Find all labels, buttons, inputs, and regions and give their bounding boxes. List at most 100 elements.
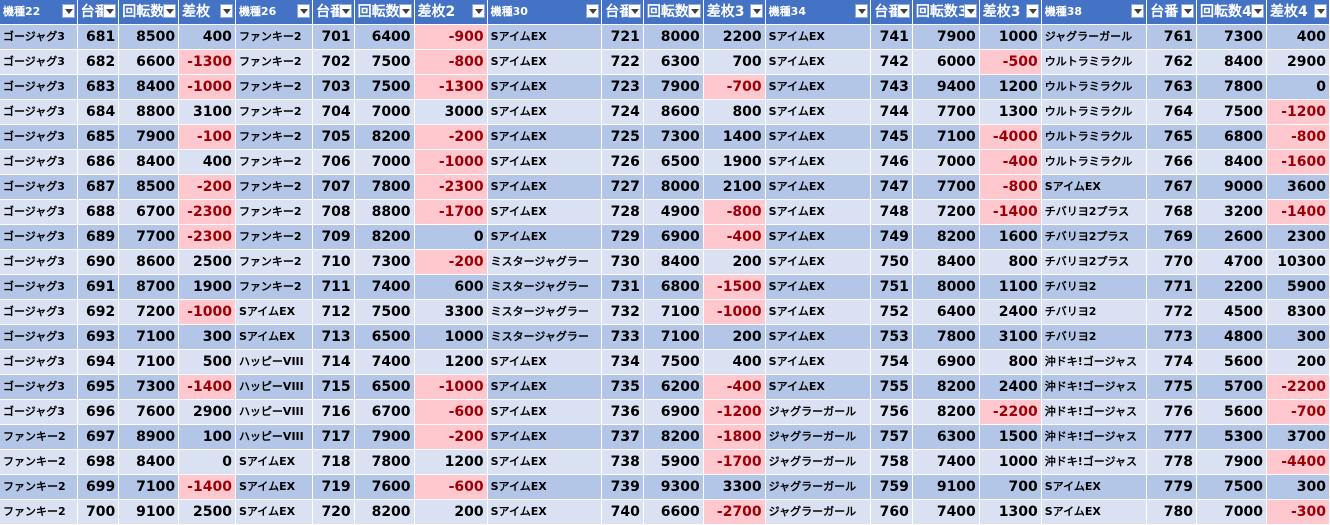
machine-name-cell[interactable]: ジャグラーガール	[765, 424, 872, 450]
value-cell[interactable]: 200	[414, 499, 488, 525]
value-cell[interactable]: 7900	[354, 424, 415, 450]
value-cell[interactable]: 1000	[979, 449, 1042, 475]
value-cell[interactable]: 7100	[118, 349, 180, 375]
machine-name-cell[interactable]: SアイムEX	[487, 224, 603, 250]
value-cell[interactable]: 752	[870, 299, 913, 325]
value-cell[interactable]: 8000	[643, 174, 704, 200]
value-cell[interactable]: 771	[1146, 274, 1197, 300]
value-cell[interactable]: -200	[178, 174, 236, 200]
machine-name-cell[interactable]: ファンキー2	[235, 249, 314, 275]
value-cell[interactable]: 7800	[912, 324, 980, 350]
value-cell[interactable]: 692	[77, 299, 120, 325]
machine-name-cell[interactable]: SアイムEX	[235, 449, 314, 475]
value-cell[interactable]: 764	[1146, 99, 1197, 125]
machine-name-cell[interactable]: SアイムEX	[487, 349, 603, 375]
machine-name-cell[interactable]: 沖ドキ!ゴージャス	[1041, 374, 1148, 400]
value-cell[interactable]: 775	[1146, 374, 1197, 400]
value-cell[interactable]: 9000	[1196, 174, 1267, 200]
value-cell[interactable]: -1000	[703, 299, 766, 325]
value-cell[interactable]: -1500	[703, 274, 766, 300]
value-cell[interactable]: 719	[312, 474, 355, 500]
value-cell[interactable]: 7400	[354, 349, 415, 375]
filter-dropdown-icon[interactable]	[1180, 4, 1194, 18]
machine-name-cell[interactable]: ゴージャグ3	[0, 149, 78, 175]
value-cell[interactable]: -1000	[414, 374, 488, 400]
value-cell[interactable]: 714	[312, 349, 355, 375]
value-cell[interactable]: 6400	[354, 24, 415, 50]
machine-name-cell[interactable]: SアイムEX	[765, 199, 872, 225]
filter-dropdown-icon[interactable]	[855, 4, 869, 18]
filter-dropdown-icon[interactable]	[297, 4, 311, 18]
value-cell[interactable]: -800	[414, 49, 488, 75]
value-cell[interactable]: 4900	[643, 199, 704, 225]
value-cell[interactable]: 773	[1146, 324, 1197, 350]
value-cell[interactable]: 3100	[979, 324, 1042, 350]
machine-name-cell[interactable]: SアイムEX	[487, 374, 603, 400]
value-cell[interactable]: 713	[312, 324, 355, 350]
value-cell[interactable]: -1400	[178, 474, 236, 500]
value-cell[interactable]: 8900	[118, 424, 180, 450]
machine-name-cell[interactable]: ファンキー2	[0, 474, 78, 500]
value-cell[interactable]: 8400	[118, 74, 180, 100]
machine-name-cell[interactable]: ジャグラーガール	[765, 474, 872, 500]
value-cell[interactable]: 8600	[118, 249, 180, 275]
value-cell[interactable]: 8200	[354, 224, 415, 250]
value-cell[interactable]: 6500	[643, 149, 704, 175]
filter-dropdown-icon[interactable]	[627, 4, 641, 18]
value-cell[interactable]: 300	[1266, 474, 1330, 500]
value-cell[interactable]: 735	[601, 374, 644, 400]
value-cell[interactable]: 10300	[1266, 249, 1330, 275]
machine-name-cell[interactable]: ジャグラーガール	[765, 449, 872, 475]
value-cell[interactable]: 696	[77, 399, 120, 425]
value-cell[interactable]: 6500	[354, 324, 415, 350]
value-cell[interactable]: 7000	[354, 149, 415, 175]
machine-name-cell[interactable]: SアイムEX	[765, 74, 872, 100]
value-cell[interactable]: 7500	[643, 349, 704, 375]
value-cell[interactable]: 742	[870, 49, 913, 75]
value-cell[interactable]: 7700	[118, 224, 180, 250]
machine-name-cell[interactable]: SアイムEX	[765, 49, 872, 75]
value-cell[interactable]: 8500	[118, 174, 180, 200]
value-cell[interactable]: 2900	[178, 399, 236, 425]
value-cell[interactable]: 2900	[1266, 49, 1330, 75]
value-cell[interactable]: 772	[1146, 299, 1197, 325]
value-cell[interactable]: -300	[1266, 499, 1330, 525]
value-cell[interactable]: 766	[1146, 149, 1197, 175]
machine-name-cell[interactable]: ゴージャグ3	[0, 274, 78, 300]
machine-name-cell[interactable]: ミスタージャグラー	[487, 324, 603, 350]
value-cell[interactable]: 8800	[354, 199, 415, 225]
value-cell[interactable]: 740	[601, 499, 644, 525]
value-cell[interactable]: 200	[703, 249, 766, 275]
value-cell[interactable]: 400	[703, 349, 766, 375]
value-cell[interactable]: 748	[870, 199, 913, 225]
value-cell[interactable]: 732	[601, 299, 644, 325]
value-cell[interactable]: 8400	[1196, 149, 1267, 175]
value-cell[interactable]: 4500	[1196, 299, 1267, 325]
value-cell[interactable]: 6900	[643, 224, 704, 250]
machine-name-cell[interactable]: SアイムEX	[487, 399, 603, 425]
value-cell[interactable]: 778	[1146, 449, 1197, 475]
value-cell[interactable]: 5700	[1196, 374, 1267, 400]
value-cell[interactable]: 7300	[354, 249, 415, 275]
value-cell[interactable]: 731	[601, 274, 644, 300]
machine-name-cell[interactable]: ファンキー2	[235, 174, 314, 200]
value-cell[interactable]: 800	[979, 349, 1042, 375]
value-cell[interactable]: 8700	[118, 274, 180, 300]
value-cell[interactable]: 2200	[1196, 274, 1267, 300]
value-cell[interactable]: 755	[870, 374, 913, 400]
value-cell[interactable]: -800	[1266, 124, 1330, 150]
machine-name-cell[interactable]: ファンキー2	[235, 49, 314, 75]
value-cell[interactable]: -1000	[178, 299, 236, 325]
value-cell[interactable]: 3600	[1266, 174, 1330, 200]
value-cell[interactable]: 733	[601, 324, 644, 350]
value-cell[interactable]: 6600	[643, 499, 704, 525]
value-cell[interactable]: 1000	[979, 24, 1042, 50]
machine-name-cell[interactable]: ファンキー2	[235, 149, 314, 175]
filter-dropdown-icon[interactable]	[61, 4, 75, 18]
machine-name-cell[interactable]: ウルトラミラクル	[1041, 124, 1148, 150]
value-cell[interactable]: 6800	[643, 274, 704, 300]
machine-name-cell[interactable]: SアイムEX	[487, 449, 603, 475]
machine-name-cell[interactable]: ウルトラミラクル	[1041, 149, 1148, 175]
value-cell[interactable]: 715	[312, 374, 355, 400]
value-cell[interactable]: -2200	[979, 399, 1042, 425]
